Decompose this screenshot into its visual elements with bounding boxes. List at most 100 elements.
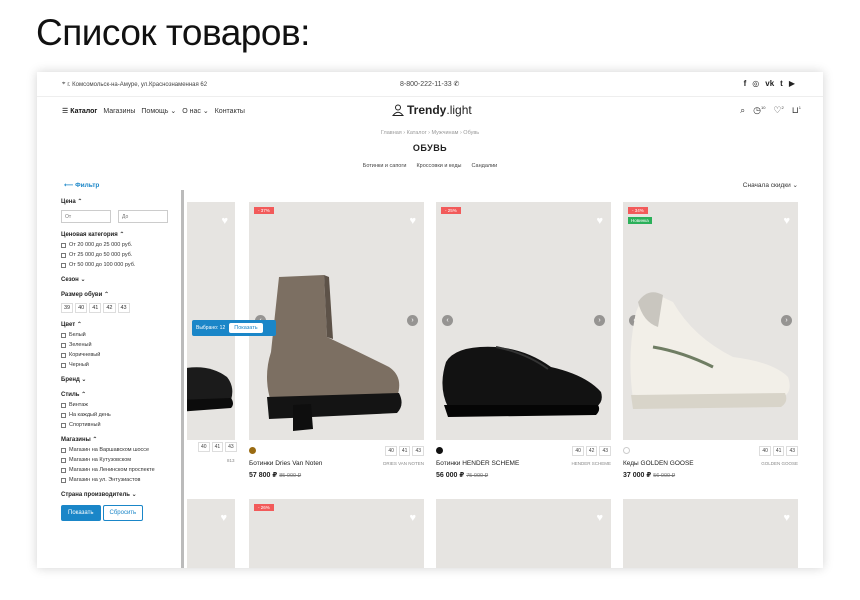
store-option[interactable]: Магазин на Варшавском шоссе — [61, 447, 181, 453]
size-option[interactable]: 41 — [89, 303, 102, 313]
search-icon[interactable]: ⌕ — [740, 105, 745, 116]
favorite-heart-icon[interactable]: ♥ — [409, 512, 416, 524]
checkbox[interactable] — [61, 332, 66, 338]
store-option[interactable]: Магазин на Кутузовском — [61, 457, 181, 463]
checkbox[interactable] — [61, 262, 66, 268]
product-card[interactable]: - 26% ♥ — [249, 499, 424, 568]
checkbox[interactable] — [61, 342, 66, 348]
size-option[interactable]: 43 — [117, 303, 130, 313]
filter-size-title[interactable]: Размер обуви ⌃ — [61, 291, 181, 298]
checkbox[interactable] — [61, 242, 66, 248]
logo[interactable]: Trendy.light — [392, 103, 472, 117]
size-option[interactable]: 40 — [759, 446, 771, 456]
size-option[interactable]: 43 — [786, 446, 798, 456]
nav-about[interactable]: О нас ⌄ — [182, 107, 208, 115]
checkbox[interactable] — [61, 412, 66, 418]
checkbox[interactable] — [61, 477, 66, 483]
product-card[interactable]: ♥ — [436, 499, 611, 568]
store-option[interactable]: Магазин на Ленинском проспекте — [61, 467, 181, 473]
checkbox[interactable] — [61, 252, 66, 258]
popup-show-button[interactable]: Показать — [229, 323, 263, 333]
nav-contacts[interactable]: Контакты — [215, 108, 245, 115]
favorite-heart-icon[interactable]: ♥ — [220, 512, 227, 524]
cart-icon[interactable]: ⊔1 — [792, 105, 801, 116]
favorite-heart-icon[interactable]: ♥ — [783, 215, 790, 227]
breadcrumb[interactable]: Главная › Каталог › Мужчинам › Обувь — [37, 130, 823, 136]
heart-icon[interactable]: ♡2 — [773, 105, 783, 116]
size-option[interactable]: 40 — [385, 446, 397, 456]
favorite-heart-icon[interactable]: ♥ — [409, 215, 416, 227]
size-option[interactable]: 41 — [772, 446, 785, 456]
filter-toggle[interactable]: ⟵ Фильтр — [64, 181, 99, 189]
reset-button[interactable]: Сбросить — [102, 505, 144, 521]
price-to-input[interactable] — [118, 210, 168, 223]
size-option[interactable]: 43 — [225, 442, 237, 452]
favorite-heart-icon[interactable]: ♥ — [596, 512, 603, 524]
color-option[interactable]: Белый — [61, 332, 181, 338]
compare-icon[interactable]: ◷10 — [753, 105, 765, 116]
filter-country-title[interactable]: Страна производитель ⌄ — [61, 491, 181, 498]
subcat-boots[interactable]: Ботинки и сапоги — [363, 163, 407, 169]
color-swatch[interactable] — [623, 447, 630, 454]
phone[interactable]: 8-800-222-11-33 ✆ — [400, 80, 460, 89]
filter-brand-title[interactable]: Бренд ⌄ — [61, 376, 181, 383]
filter-style-title[interactable]: Стиль ⌃ — [61, 391, 181, 398]
color-option[interactable]: Коричневый — [61, 352, 181, 358]
nav-help[interactable]: Помощь ⌄ — [141, 107, 176, 115]
store-option[interactable]: Магазин на ул. Энтузиастов — [61, 477, 181, 483]
checkbox[interactable] — [61, 447, 66, 453]
filter-price-title[interactable]: Цена ⌃ — [61, 198, 181, 205]
checkbox[interactable] — [61, 422, 66, 428]
color-option[interactable]: Зеленый — [61, 342, 181, 348]
subcat-sneakers[interactable]: Кроссовки и кеды — [416, 163, 461, 169]
vk-icon[interactable]: vk — [765, 79, 774, 88]
size-option[interactable]: 41 — [211, 442, 224, 452]
twitter-icon[interactable]: t — [780, 79, 783, 88]
size-option[interactable]: 39 — [61, 303, 74, 313]
product-card[interactable]: ♥ — [623, 499, 798, 568]
price-from-input[interactable] — [61, 210, 111, 223]
checkbox[interactable] — [61, 402, 66, 408]
price-category-option[interactable]: От 50 000 до 100 000 руб. — [61, 262, 181, 268]
checkbox[interactable] — [61, 457, 66, 463]
product-image[interactable]: - 34% Новинка ♥ ‹ › — [623, 202, 798, 440]
product-card[interactable]: - 25% ♥ ‹ › 40 42 43 Ботинки HENDER SCHE… — [436, 202, 611, 484]
nav-stores[interactable]: Магазины — [103, 108, 135, 115]
size-option[interactable]: 40 — [75, 303, 88, 313]
size-option[interactable]: 41 — [398, 446, 411, 456]
filter-stores-title[interactable]: Магазины ⌃ — [61, 436, 181, 443]
style-option[interactable]: Винтаж — [61, 402, 181, 408]
filter-color-title[interactable]: Цвет ⌃ — [61, 321, 181, 328]
size-option[interactable]: 42 — [103, 303, 116, 313]
product-name[interactable]: Ботинки HENDER SCHEME — [436, 460, 519, 467]
phone-text[interactable]: 8-800-222-11-33 — [400, 81, 452, 88]
size-option[interactable]: 43 — [599, 446, 611, 456]
price-category-option[interactable]: От 25 000 до 50 000 руб. — [61, 252, 181, 258]
filter-price-category-title[interactable]: Ценовая категория ⌃ — [61, 231, 181, 238]
sort-select[interactable]: Сначала скидки ⌄ — [743, 181, 798, 189]
instagram-icon[interactable]: ◎ — [752, 79, 759, 88]
nav-catalog[interactable]: ☰ Каталог — [62, 107, 97, 115]
product-name[interactable]: Ботинки Dries Van Noten — [249, 460, 322, 467]
color-swatch[interactable] — [436, 447, 443, 454]
size-option[interactable]: 42 — [585, 446, 598, 456]
favorite-heart-icon[interactable]: ♥ — [783, 512, 790, 524]
filter-season-title[interactable]: Сезон ⌄ — [61, 276, 181, 283]
style-option[interactable]: На каждый день — [61, 412, 181, 418]
style-option[interactable]: Спортивный — [61, 422, 181, 428]
product-image[interactable]: - 25% ♥ ‹ › — [436, 202, 611, 440]
color-option[interactable]: Черный — [61, 362, 181, 368]
product-card[interactable]: - 37% ♥ ‹ › 40 41 43 Ботинки Dries Van N… — [249, 202, 424, 484]
size-option[interactable]: 40 — [198, 442, 210, 452]
product-card-partial[interactable]: ♥ — [187, 499, 235, 568]
size-option[interactable]: 40 — [572, 446, 584, 456]
youtube-icon[interactable]: ▶ — [789, 79, 795, 88]
checkbox[interactable] — [61, 362, 66, 368]
subcat-sandals[interactable]: Сандалии — [472, 163, 498, 169]
color-swatch[interactable] — [249, 447, 256, 454]
show-button[interactable]: Показать — [61, 505, 101, 521]
price-category-option[interactable]: От 20 000 до 25 000 руб. — [61, 242, 181, 248]
checkbox[interactable] — [61, 352, 66, 358]
favorite-heart-icon[interactable]: ♥ — [221, 215, 228, 227]
facebook-icon[interactable]: f — [744, 79, 747, 88]
